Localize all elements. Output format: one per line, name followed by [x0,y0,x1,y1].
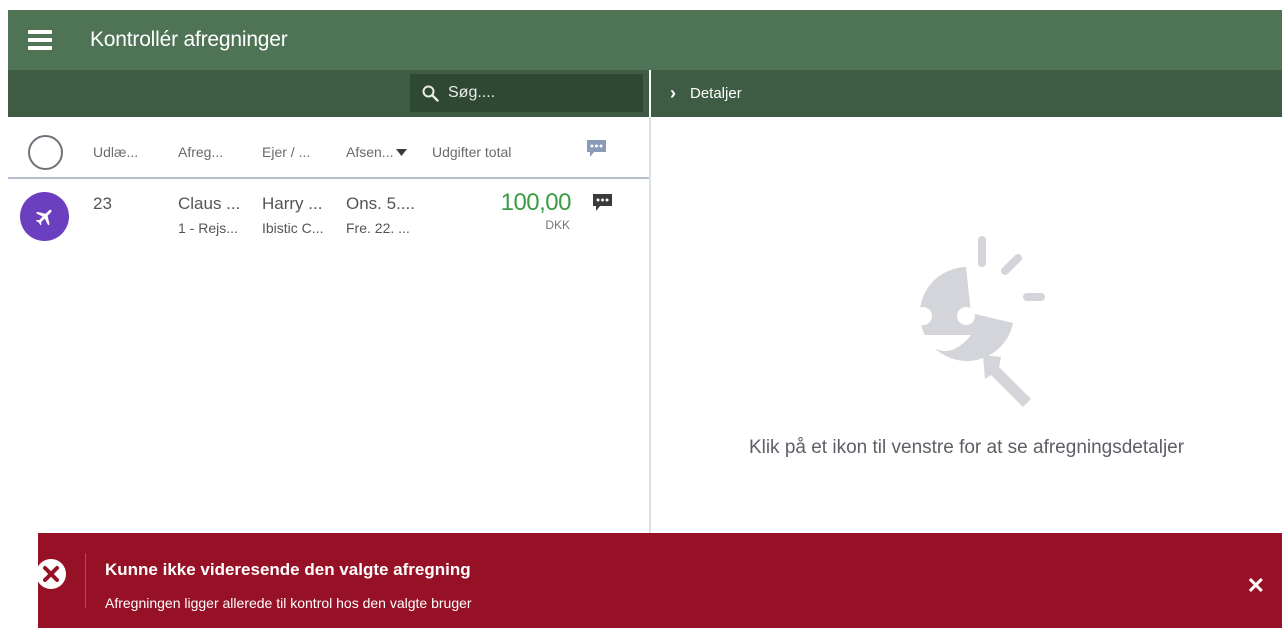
divider [649,70,651,117]
details-toggle[interactable]: › Detaljer [670,70,742,117]
row-afregning: Claus ... [178,194,241,213]
column-udlaeg[interactable]: Udlæ... [93,144,138,160]
smiley-cursor-icon [914,236,1045,407]
details-label: Detaljer [690,85,742,102]
search-placeholder: Søg.... [448,84,496,101]
page-title: Kontrollér afregninger [90,28,288,51]
toolbar: Søg.... › Detaljer [8,70,1282,117]
search-icon [422,85,439,102]
row-ejer: Harry ... [262,194,323,213]
table-header: Udlæ... Afreg... Ejer / ... Afsen... Udg… [8,117,649,179]
row-afsendt: Ons. 5.... [346,194,415,213]
table-row[interactable]: 23 Claus ... 1 - Rejs... Harry ... Ibist… [8,179,649,249]
row-ejer-sub: Ibistic C... [262,220,324,236]
search-input[interactable]: Søg.... [410,74,643,112]
column-ejer[interactable]: Ejer / ... [262,144,310,160]
row-afsendt-sub: Fre. 22. ... [346,220,410,236]
app-header: Kontrollér afregninger [8,10,1282,70]
error-title: Kunne ikke videresende den valgte afregn… [105,560,471,579]
column-afsendt-sorted[interactable]: Afsen... [346,144,408,160]
row-afregning-sub: 1 - Rejs... [178,220,238,236]
settlements-list: Udlæ... Afreg... Ejer / ... Afsen... Udg… [8,117,649,533]
chevron-right-icon: › [670,83,676,103]
error-icon [36,559,66,589]
row-amount: 100,00 [500,189,572,216]
sort-desc-icon [396,148,408,156]
error-separator [85,553,86,608]
empty-state-message: Klik på et ikon til venstre for at se af… [748,437,1185,458]
column-afregning[interactable]: Afreg... [178,144,223,160]
comment-icon[interactable] [592,193,613,212]
row-currency: DKK [545,218,570,232]
airplane-icon[interactable] [20,192,69,241]
details-empty-state: Klik på et ikon til venstre for at se af… [651,117,1282,533]
error-message: Afregningen ligger allerede til kontrol … [105,595,472,611]
error-notification: Kunne ikke videresende den valgte afregn… [36,533,1282,628]
column-afsendt-label: Afsen... [346,144,394,160]
column-udgifter[interactable]: Udgifter total [432,144,511,160]
row-id: 23 [93,194,112,213]
close-icon[interactable]: ✕ [1247,573,1265,599]
menu-icon[interactable] [28,30,52,50]
select-all-checkbox[interactable] [28,135,63,170]
airplane-glyph [35,209,52,225]
comment-icon[interactable] [586,139,607,158]
